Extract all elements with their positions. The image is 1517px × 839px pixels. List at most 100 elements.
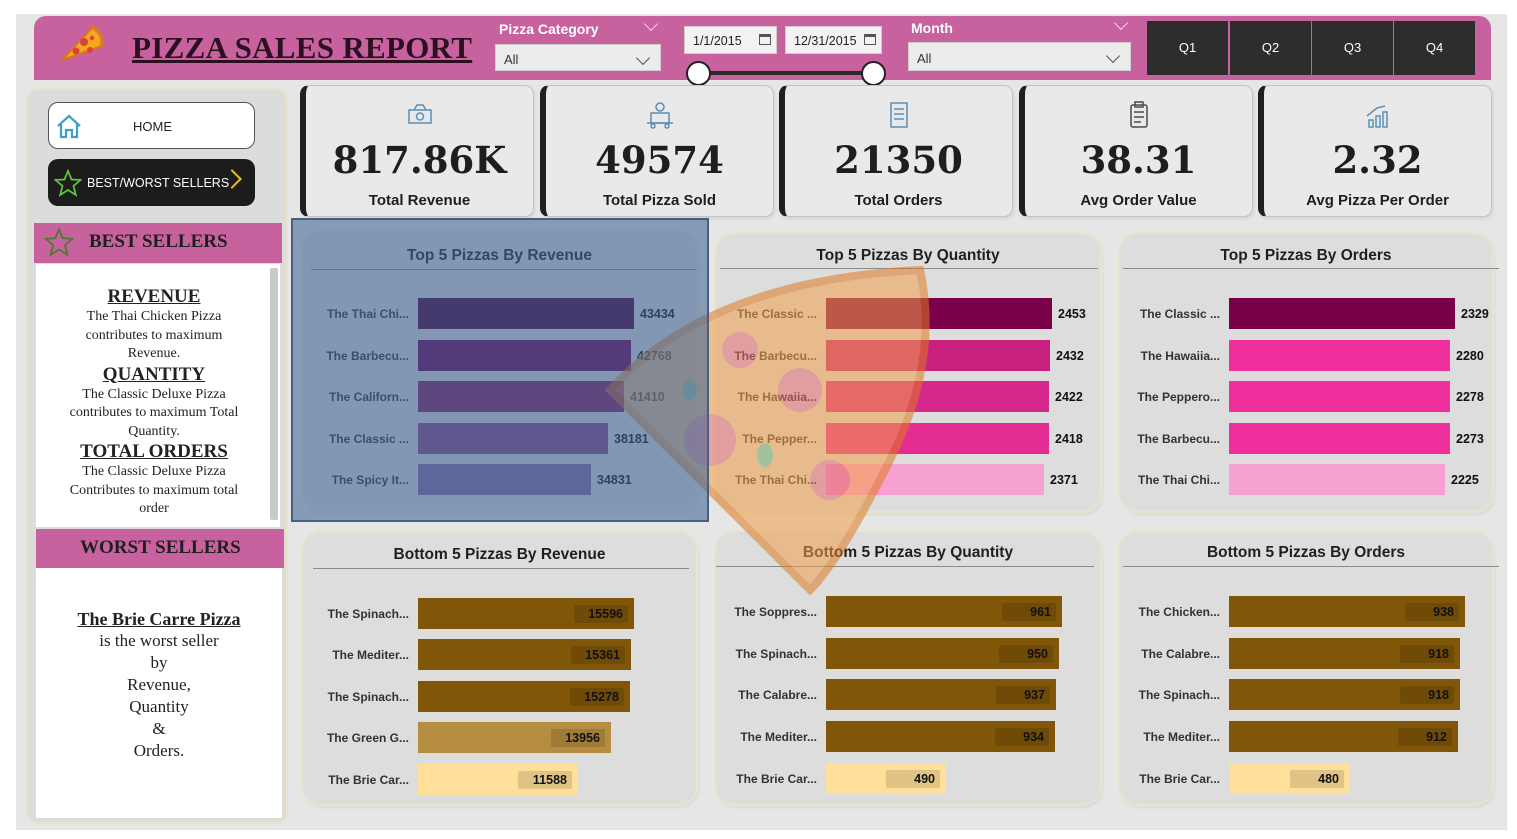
order-list-icon xyxy=(889,102,908,128)
month-dropdown[interactable]: All xyxy=(908,42,1131,71)
bar-category-label: The Calabre... xyxy=(1141,647,1220,661)
calendar-icon[interactable] xyxy=(864,34,876,45)
bar[interactable] xyxy=(826,423,1049,454)
bar-category-label: The Spinach... xyxy=(327,607,409,621)
worst-sellers-heading: WORST SELLERS xyxy=(80,537,241,558)
best-worst-sellers-label: BEST/WORST SELLERS xyxy=(87,176,230,190)
bar[interactable] xyxy=(1229,464,1445,495)
worst-line: Quantity xyxy=(129,697,189,716)
chart-title: Bottom 5 Pizzas By Revenue xyxy=(393,546,606,563)
bar[interactable] xyxy=(826,381,1049,412)
chart-title-divider xyxy=(716,566,1094,567)
bar[interactable] xyxy=(1229,340,1450,371)
bar-value-label: 2225 xyxy=(1451,473,1479,487)
bar-category-label: The Thai Chi... xyxy=(326,307,409,321)
kpi-label: Avg Order Value xyxy=(1080,192,1197,209)
category-dropdown[interactable]: All xyxy=(495,44,661,71)
best-quantity-text: The Classic Deluxe Pizza contributes to … xyxy=(69,386,239,439)
kpi-card-total-orders: 21350 Total Orders xyxy=(779,85,1013,217)
best-sellers-heading: BEST SELLERS xyxy=(89,231,228,252)
bar[interactable] xyxy=(1229,298,1455,329)
bar-value-label: 38181 xyxy=(614,432,649,446)
bar-category-label: The Classic ... xyxy=(328,432,409,446)
page-title: PIZZA SALES REPORT xyxy=(132,30,473,65)
bar-value-label: 918 xyxy=(1400,686,1454,704)
bar-category-label: The Chicken... xyxy=(1138,605,1220,619)
bar-category-label: The Classic ... xyxy=(736,307,817,321)
date-slider-track[interactable] xyxy=(698,71,873,75)
bar-value-label: 15361 xyxy=(571,646,625,664)
bar-value-label: 2273 xyxy=(1456,432,1484,446)
bar-value-label: 490 xyxy=(886,770,940,788)
quarter-button-q2[interactable]: Q2 xyxy=(1230,21,1311,75)
best-orders-title: TOTAL ORDERS xyxy=(80,441,228,462)
category-slicer-label: Pizza Category xyxy=(499,21,599,37)
chart-title-divider xyxy=(1123,566,1499,567)
bar-value-label: 2280 xyxy=(1456,349,1484,363)
bar-category-label: The Green G... xyxy=(326,731,409,745)
end-date-input[interactable]: 12/31/2015 xyxy=(785,26,882,54)
home-button-label: HOME xyxy=(133,119,172,134)
home-button[interactable]: HOME xyxy=(48,102,255,149)
bar-category-label: The Mediter... xyxy=(740,730,817,744)
kpi-label: Total Pizza Sold xyxy=(602,192,717,209)
bar-category-label: The Barbecu... xyxy=(734,349,817,363)
bar-value-label: 11588 xyxy=(518,771,572,789)
bar[interactable] xyxy=(418,381,624,412)
bar[interactable] xyxy=(418,464,591,495)
best-revenue-title: REVENUE xyxy=(107,286,201,307)
bar[interactable] xyxy=(418,340,631,371)
bar-category-label: The Spinach... xyxy=(327,690,409,704)
bar-value-label: 2278 xyxy=(1456,390,1484,404)
month-slicer-label: Month xyxy=(911,20,953,36)
star-icon xyxy=(54,169,82,197)
category-dropdown-value: All xyxy=(504,52,519,67)
bar-category-label: The Classic ... xyxy=(1139,307,1220,321)
date-slider-end-handle[interactable] xyxy=(861,61,886,86)
bar-value-label: 938 xyxy=(1405,603,1459,621)
worst-line: Revenue, xyxy=(127,675,191,694)
chart-title-divider xyxy=(1123,268,1499,269)
bar-category-label: The Spinach... xyxy=(1138,688,1220,702)
best-worst-sellers-button[interactable]: BEST/WORST SELLERS xyxy=(48,159,255,206)
bar-value-label: 42768 xyxy=(637,349,672,363)
bar-category-label: The Mediter... xyxy=(1143,730,1220,744)
bar[interactable] xyxy=(418,423,608,454)
bar-category-label: The Brie Car... xyxy=(328,773,409,787)
bar-value-label: 15596 xyxy=(574,605,628,623)
chart-title-divider xyxy=(311,269,697,270)
chart-title: Bottom 5 Pizzas By Quantity xyxy=(802,544,1014,561)
worst-line: Orders. xyxy=(133,741,185,760)
bar-value-label: 961 xyxy=(1002,603,1056,621)
bar-category-label: The Barbecu... xyxy=(326,349,409,363)
chart-title-divider xyxy=(720,268,1098,269)
bar-category-label: The Californ... xyxy=(328,390,409,404)
quarter-button-q1[interactable]: Q1 xyxy=(1147,21,1228,75)
best-sellers-text-panel: REVENUE The Thai Chicken Pizza contribut… xyxy=(36,264,280,527)
quarter-button-q4[interactable]: Q4 xyxy=(1394,21,1475,75)
best-sellers-scrollbar[interactable] xyxy=(270,268,278,520)
money-icon xyxy=(407,104,432,124)
bar[interactable] xyxy=(826,340,1050,371)
kpi-card-avg-order-value: 38.31 Avg Order Value xyxy=(1019,85,1253,217)
bar-category-label: The Thai Chi... xyxy=(1137,473,1220,487)
worst-sellers-header: WORST SELLERS xyxy=(36,529,284,568)
date-slider-start-handle[interactable] xyxy=(686,61,711,86)
bar[interactable] xyxy=(418,298,634,329)
kpi-card-total-revenue: 817.86K Total Revenue xyxy=(300,85,534,217)
bar[interactable] xyxy=(826,298,1052,329)
bar[interactable] xyxy=(1229,423,1450,454)
bar-value-label: 480 xyxy=(1290,770,1344,788)
quarter-button-q3[interactable]: Q3 xyxy=(1312,21,1393,75)
start-date-input[interactable]: 1/1/2015 xyxy=(684,26,777,54)
best-sellers-header: BEST SELLERS xyxy=(34,223,282,263)
bar[interactable] xyxy=(826,464,1044,495)
bar[interactable] xyxy=(1229,381,1450,412)
worst-line: & xyxy=(152,719,166,738)
month-dropdown-value: All xyxy=(917,51,932,66)
best-orders-text: The Classic Deluxe Pizza Contributes to … xyxy=(69,464,239,516)
start-date-value: 1/1/2015 xyxy=(693,34,742,48)
calendar-icon[interactable] xyxy=(759,34,771,45)
chevron-down-icon xyxy=(635,50,651,66)
bar-category-label: The Hawaiia... xyxy=(737,390,817,404)
